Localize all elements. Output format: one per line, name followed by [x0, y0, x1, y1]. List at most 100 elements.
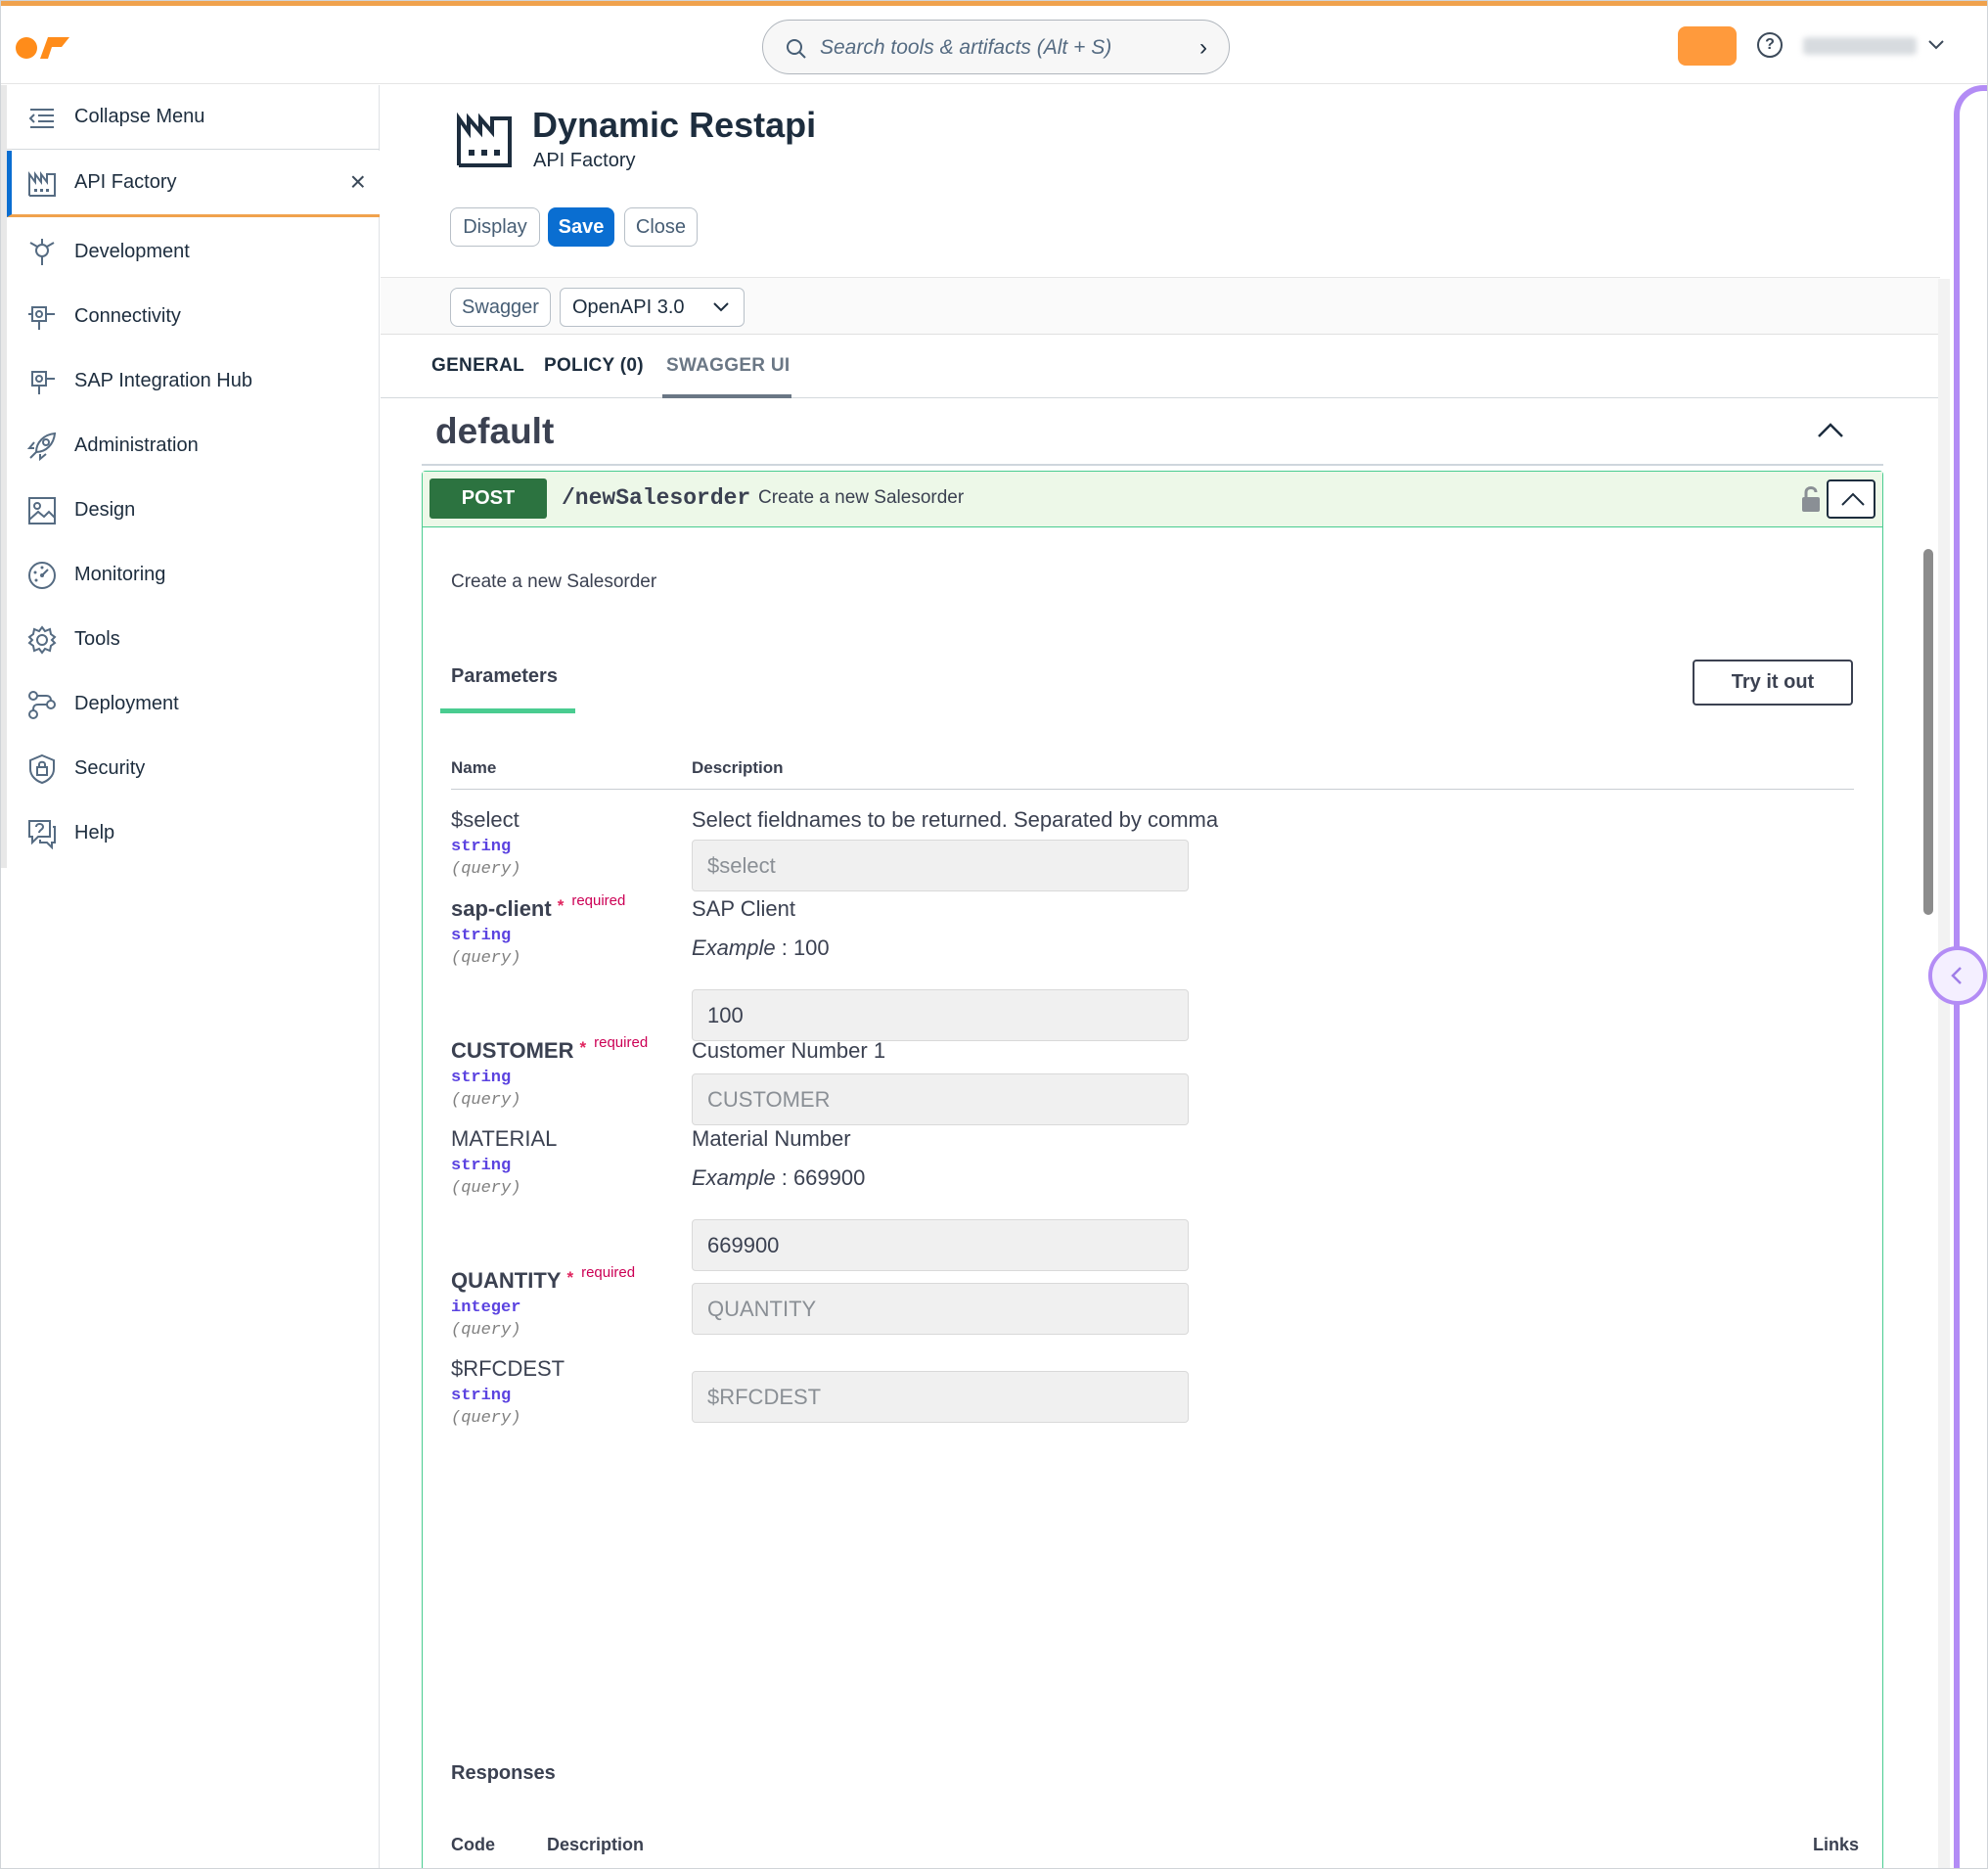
chevron-up-icon [1841, 492, 1865, 506]
required-label: required [581, 1264, 636, 1281]
swagger-button[interactable]: Swagger [450, 288, 551, 327]
responses-column-code: Code [451, 1835, 495, 1854]
sidebar: Collapse Menu API Factory × Development [7, 85, 380, 1868]
save-button[interactable]: Save [548, 207, 614, 247]
try-it-out-button[interactable]: Try it out [1693, 660, 1853, 706]
param-name-row: CUSTOMER * required [451, 1034, 648, 1064]
side-panel-toggle[interactable] [1928, 946, 1987, 1005]
collapse-menu-icon [28, 109, 54, 128]
sidebar-item-deployment[interactable]: Deployment [7, 671, 380, 736]
scrollbar-thumb[interactable] [1923, 549, 1933, 915]
param-type: string [451, 927, 512, 945]
param-type: string [451, 1069, 512, 1087]
sidebar-item-label: Deployment [74, 692, 179, 714]
operation-summary: Create a new Salesorder [758, 487, 965, 508]
sidebar-item-administration[interactable]: Administration [7, 413, 380, 478]
search-icon [787, 39, 806, 59]
sidebar-item-help[interactable]: Help [7, 800, 380, 865]
param-input-quantity[interactable]: QUANTITY [692, 1283, 1189, 1335]
rocket-icon [26, 432, 57, 462]
param-name: CUSTOMER [451, 1038, 574, 1063]
param-name: sap-client [451, 896, 552, 921]
brand-logo-icon[interactable] [15, 33, 71, 63]
column-header-description: Description [692, 758, 784, 777]
param-name: $select [451, 807, 520, 832]
tab-general[interactable]: GENERAL [431, 355, 524, 377]
collapse-operation-button[interactable] [1827, 479, 1875, 519]
sidebar-item-api-factory[interactable]: API Factory × [7, 151, 380, 217]
spec-version-select[interactable]: OpenAPI 3.0 [560, 288, 745, 327]
tab-swagger-ui[interactable]: SWAGGER UI [666, 355, 791, 377]
display-button[interactable]: Display [450, 207, 540, 247]
help-icon[interactable]: ? [1757, 32, 1783, 58]
main-content: Dynamic Restapi API Factory Display Save… [381, 85, 1940, 1868]
sidebar-item-connectivity[interactable]: Connectivity [7, 284, 380, 348]
sidebar-item-label: Design [74, 498, 136, 521]
spec-toolbar: Swagger OpenAPI 3.0 [381, 278, 1940, 335]
required-star: * [579, 1038, 587, 1057]
gear-icon [27, 625, 57, 655]
search-box[interactable]: Search tools & artifacts (Alt + S) › [762, 20, 1230, 74]
param-name: MATERIAL [451, 1126, 558, 1151]
param-input-sap-client[interactable]: 100 [692, 989, 1189, 1041]
sidebar-item-label: Security [74, 756, 146, 779]
parameters-tab[interactable]: Parameters [451, 665, 558, 688]
dashboard-icon [28, 562, 56, 589]
factory-icon [457, 112, 512, 167]
chevron-right-icon[interactable]: › [1199, 34, 1207, 62]
param-location: (query) [451, 1091, 521, 1110]
development-icon [29, 239, 55, 265]
responses-column-description: Description [547, 1835, 645, 1854]
param-location: (query) [451, 1179, 521, 1198]
param-input-material[interactable]: 669900 [692, 1219, 1189, 1271]
sidebar-item-label: Connectivity [74, 304, 181, 327]
sidebar-item-label: SAP Integration Hub [74, 369, 252, 391]
column-header-name: Name [451, 758, 497, 777]
param-input-rfcdest[interactable]: $RFCDEST [692, 1371, 1189, 1423]
param-name-row: sap-client * required [451, 892, 625, 922]
sidebar-item-security[interactable]: Security [7, 736, 380, 800]
sidebar-item-development[interactable]: Development [7, 219, 380, 284]
question-bubble-icon [28, 820, 56, 849]
close-icon[interactable]: × [350, 168, 366, 196]
collapse-menu-label: Collapse Menu [74, 106, 205, 127]
sidebar-item-monitoring[interactable]: Monitoring [7, 542, 380, 607]
tab-policy[interactable]: POLICY (0) [544, 355, 644, 377]
chevron-down-icon[interactable] [1926, 35, 1946, 55]
sidebar-item-design[interactable]: Design [7, 478, 380, 542]
responses-heading: Responses [451, 1762, 556, 1784]
image-icon [28, 497, 56, 524]
responses-column-links: Links [1813, 1835, 1860, 1854]
sidebar-item-integration-hub[interactable]: SAP Integration Hub [7, 348, 380, 413]
param-description: SAP Client [692, 896, 795, 921]
factory-icon [28, 171, 56, 197]
operation-block: POST /newSalesorder Create a new Salesor… [422, 471, 1883, 1868]
example-value: : 100 [781, 935, 830, 960]
parameters-tab-indicator [440, 708, 575, 713]
example-label: Example [692, 935, 776, 960]
operation-header[interactable]: POST /newSalesorder Create a new Salesor… [423, 472, 1882, 527]
section-title[interactable]: default [435, 411, 554, 452]
sidebar-item-label: Help [74, 821, 115, 843]
swagger-ui: default POST /newSalesorder Create a new… [381, 399, 1940, 1868]
user-name[interactable] [1803, 37, 1917, 55]
sidebar-item-label: Development [74, 240, 190, 262]
table-divider [451, 789, 1854, 790]
close-button[interactable]: Close [624, 207, 698, 247]
unlock-icon[interactable] [1800, 484, 1822, 514]
sidebar-item-label: Tools [74, 627, 120, 650]
sidebar-item-label: Monitoring [74, 563, 166, 585]
example-label: Example [692, 1165, 776, 1190]
collapse-menu-button[interactable]: Collapse Menu [7, 85, 380, 150]
operation-description: Create a new Salesorder [451, 571, 657, 592]
param-input-customer[interactable]: CUSTOMER [692, 1073, 1189, 1125]
sidebar-item-tools[interactable]: Tools [7, 607, 380, 671]
search-input[interactable]: Search tools & artifacts (Alt + S) [820, 36, 1111, 60]
param-input-select[interactable]: $select [692, 840, 1189, 891]
example-value: : 669900 [781, 1165, 866, 1190]
page-scrollbar-track[interactable] [1938, 279, 1950, 1868]
chevron-up-icon[interactable] [1817, 421, 1844, 440]
deployment-icon [28, 691, 56, 719]
notification-badge[interactable] [1678, 26, 1737, 66]
chevron-down-icon [713, 302, 729, 312]
